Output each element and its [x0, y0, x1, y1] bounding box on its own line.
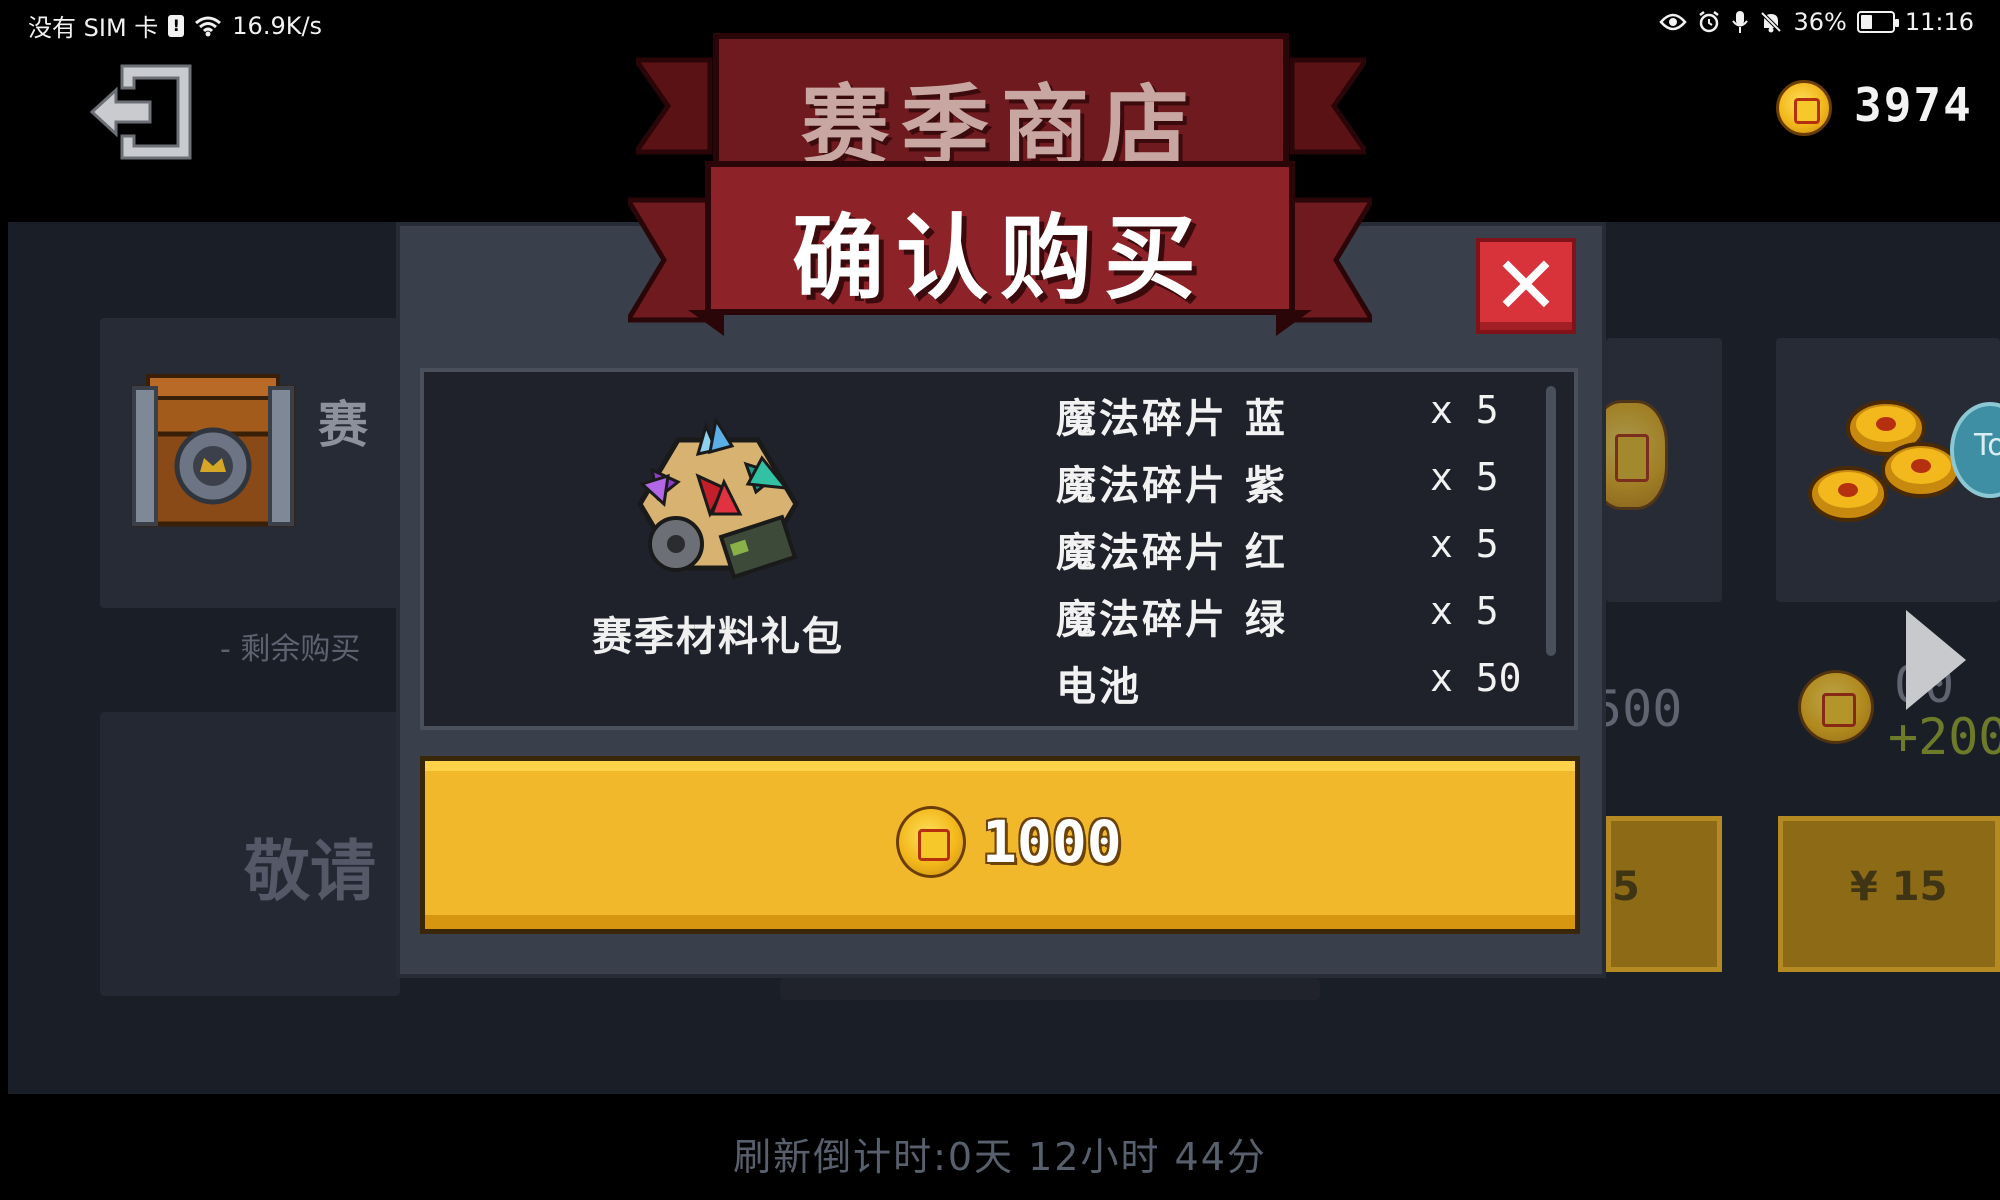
coming-soon-partial: 敬请 — [244, 833, 376, 910]
reward-list-scrollbar[interactable] — [1546, 386, 1556, 656]
dialog-title: 确认购买 — [791, 205, 1208, 312]
battery-fill — [1860, 15, 1872, 29]
eye-icon — [1659, 13, 1688, 31]
close-button[interactable]: ✕ — [1476, 238, 1576, 334]
list-item: 魔法碎片 蓝 x 5 — [1056, 386, 1516, 453]
bg-price-text-1: 5 — [1612, 864, 1640, 910]
reward-name: 魔法碎片 红 — [1056, 530, 1288, 576]
reward-qty: x 5 — [1430, 388, 1499, 432]
reward-qty: x 50 — [1430, 656, 1522, 700]
list-item: 魔法碎片 紫 x 5 — [1056, 453, 1516, 520]
reward-name: 魔法碎片 绿 — [1056, 597, 1288, 643]
list-item: 魔法碎片 绿 x 5 — [1056, 587, 1516, 654]
reward-name: 魔法碎片 蓝 — [1056, 396, 1288, 442]
close-icon: ✕ — [1492, 239, 1560, 332]
coin-balance: 3974 — [1854, 78, 1973, 132]
list-item: 魔法碎片 红 x 5 — [1056, 520, 1516, 587]
microphone-icon — [1732, 11, 1749, 33]
bg-price-text-2: ¥ 15 — [1850, 864, 1948, 910]
sim-alert-icon: ! — [168, 14, 185, 37]
status-right: 36% 11:16 — [1659, 8, 1974, 36]
battery-percent: 36% — [1793, 8, 1847, 36]
net-speed-text: 16.9K/s — [232, 11, 323, 40]
status-left: 没有 SIM 卡 ! 16.9K/s — [28, 8, 322, 43]
exit-icon[interactable] — [88, 60, 198, 164]
reward-list[interactable]: 魔法碎片 蓝 x 5 魔法碎片 紫 x 5 魔法碎片 红 x 5 魔法碎片 绿 … — [1056, 386, 1522, 721]
coin-icon — [1798, 670, 1874, 744]
wifi-icon — [195, 16, 222, 36]
reward-name: 电池 — [1056, 664, 1142, 710]
coin-icon — [896, 806, 966, 878]
coin-icon — [1776, 80, 1832, 136]
reward-name: 魔法碎片 紫 — [1056, 463, 1288, 509]
refresh-countdown: 刷新倒计时:0天 12小时 44分 — [733, 1135, 1267, 1179]
mute-bell-icon — [1761, 11, 1782, 33]
alarm-icon — [1699, 11, 1720, 33]
reward-qty: x 5 — [1430, 522, 1499, 566]
remaining-purchases-label: - 剩余购买 — [220, 632, 361, 667]
buy-price: 1000 — [982, 808, 1122, 876]
list-item: 电池 x 50 — [1056, 654, 1522, 721]
item-name: 赛季材料礼包 — [592, 614, 844, 660]
chest-icon — [131, 374, 295, 527]
reward-qty: x 5 — [1430, 455, 1499, 499]
carrier-text: 没有 SIM 卡 — [28, 14, 159, 42]
material-pack-icon — [637, 418, 799, 580]
shop-bottom-strip — [780, 978, 1320, 1000]
reward-qty: x 5 — [1430, 589, 1499, 633]
play-arrow-icon[interactable] — [1906, 610, 1966, 710]
battery-icon — [1856, 11, 1899, 33]
coin-pile-icon — [1808, 400, 1961, 522]
shop-card-title-partial: 赛 — [318, 396, 368, 454]
clock: 11:16 — [1904, 8, 1974, 36]
bundle-bonus-partial: +200 — [1888, 708, 2000, 766]
